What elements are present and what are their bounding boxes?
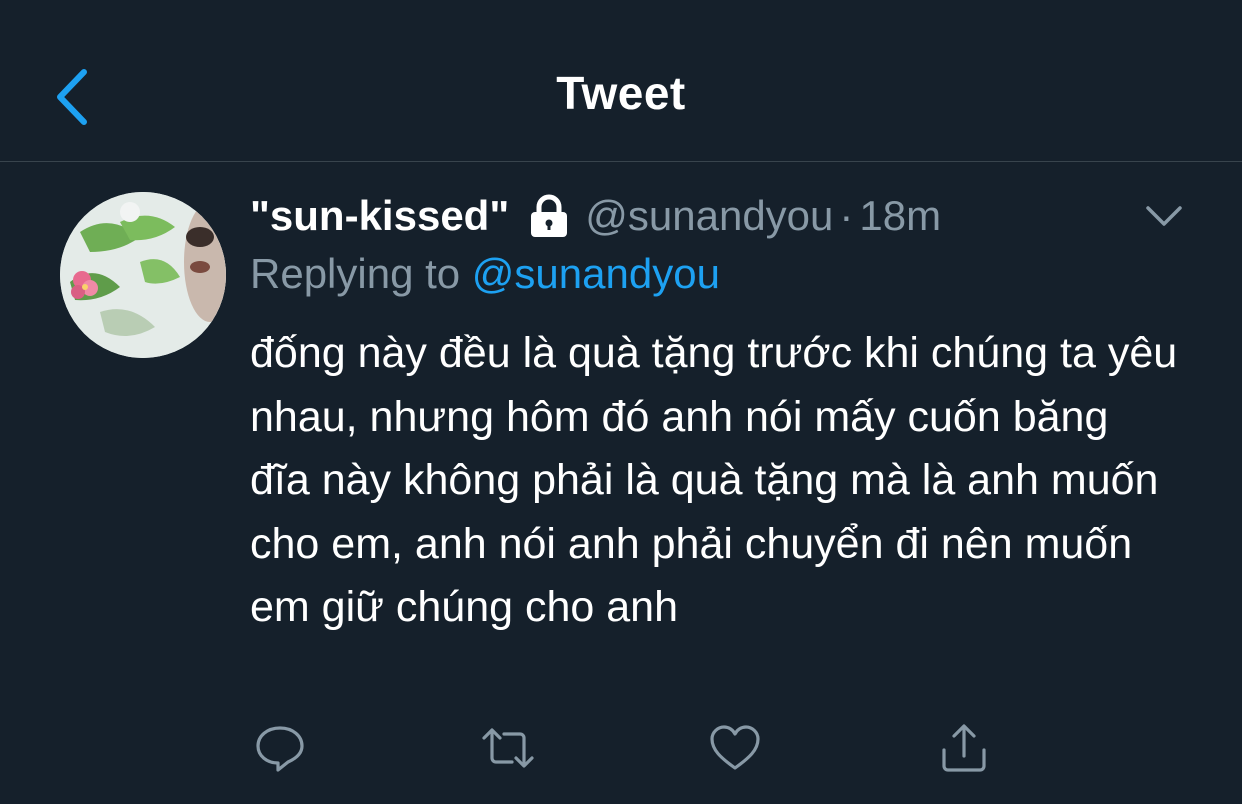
like-button[interactable]: [707, 720, 763, 776]
user-handle[interactable]: @sunandyou: [585, 192, 833, 240]
reply-icon: [256, 726, 304, 772]
action-bar: [0, 720, 1242, 780]
display-name[interactable]: "sun-kissed": [250, 192, 509, 240]
retweet-icon: [482, 728, 534, 768]
tweet-meta: "sun-kissed" @sunandyou · 18m: [250, 188, 941, 244]
avatar-image: [60, 192, 226, 358]
chevron-down-icon: [1146, 206, 1182, 226]
share-button[interactable]: [936, 720, 992, 776]
tweet-menu-button[interactable]: [1140, 196, 1188, 236]
retweet-button[interactable]: [480, 720, 536, 776]
replying-to-mention[interactable]: @sunandyou: [472, 250, 720, 297]
replying-to-label: Replying to: [250, 250, 461, 297]
top-bar: Tweet: [0, 0, 1242, 162]
lock-icon: [527, 193, 571, 239]
timestamp[interactable]: 18m: [859, 192, 941, 240]
reply-button[interactable]: [252, 720, 308, 776]
replying-to: Replying to @sunandyou: [250, 250, 720, 298]
separator-dot: ·: [839, 192, 854, 239]
page-title: Tweet: [556, 67, 686, 119]
tweet-text: đống này đều là quà tặng trước khi chúng…: [250, 329, 1178, 631]
avatar[interactable]: [60, 192, 226, 358]
heart-icon: [710, 725, 760, 770]
share-icon: [942, 724, 986, 772]
